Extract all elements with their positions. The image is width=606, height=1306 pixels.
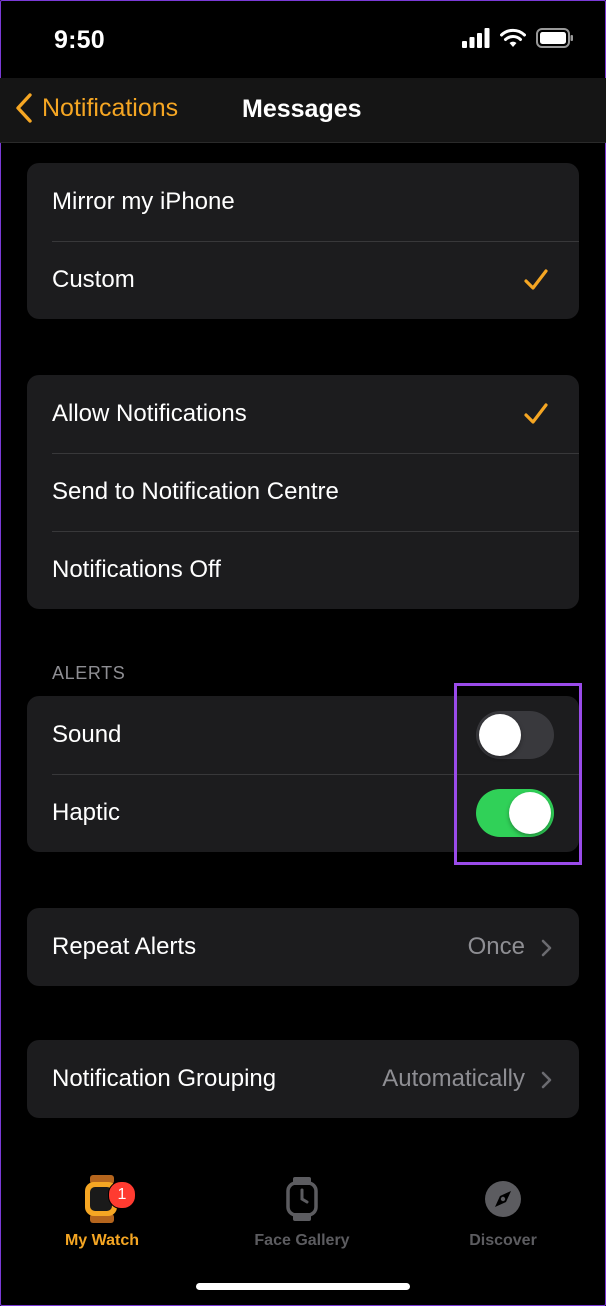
alerts-group: Sound Haptic xyxy=(27,696,579,852)
notification-grouping-label: Notification Grouping xyxy=(52,1065,277,1092)
toggle-knob xyxy=(479,714,521,756)
navigation-bar: Notifications Messages xyxy=(0,78,606,143)
sound-row: Sound xyxy=(27,696,579,774)
cellular-signal-icon xyxy=(462,28,490,48)
tab-icon-wrap: 1 xyxy=(22,1170,182,1228)
repeat-alerts-label: Repeat Alerts xyxy=(52,933,197,960)
tab-label: My Watch xyxy=(64,1232,140,1249)
notification-grouping-value: Automatically xyxy=(382,1065,525,1092)
option-label: Custom xyxy=(52,266,135,293)
tab-icon-wrap xyxy=(222,1170,382,1228)
tab-bar: 1 My Watch Face Gallery Discover xyxy=(0,1170,606,1270)
chevron-left-icon xyxy=(16,93,32,123)
option-custom[interactable]: Custom xyxy=(27,241,579,319)
checkmark-icon xyxy=(524,269,548,290)
option-send-to-notification-centre[interactable]: Send to Notification Centre xyxy=(27,453,579,531)
tab-face-gallery[interactable]: Face Gallery xyxy=(222,1170,382,1250)
notification-badge: 1 xyxy=(108,1181,136,1209)
back-button[interactable]: Notifications xyxy=(14,92,178,124)
notification-grouping-row[interactable]: Notification Grouping Automatically xyxy=(27,1040,579,1118)
watch-face-icon xyxy=(286,1177,318,1221)
repeat-alerts-group: Repeat Alerts Once xyxy=(27,908,579,986)
chevron-right-icon xyxy=(541,1071,552,1089)
checkmark-icon xyxy=(524,403,548,424)
sound-label: Sound xyxy=(52,721,122,748)
battery-icon xyxy=(536,28,573,48)
tab-label: Face Gallery xyxy=(254,1232,350,1249)
option-label: Notifications Off xyxy=(52,556,221,583)
back-button-label: Notifications xyxy=(42,93,179,122)
sound-toggle[interactable] xyxy=(476,711,554,759)
option-mirror-my-iphone[interactable]: Mirror my iPhone xyxy=(27,163,579,241)
page-title: Messages xyxy=(242,95,362,123)
compass-icon xyxy=(485,1181,521,1217)
haptic-label: Haptic xyxy=(52,799,121,826)
option-allow-notifications[interactable]: Allow Notifications xyxy=(27,375,579,453)
alerts-section-header: ALERTS xyxy=(52,663,126,683)
notification-options-group: Allow Notifications Send to Notification… xyxy=(27,375,579,609)
option-label: Allow Notifications xyxy=(52,400,247,427)
repeat-alerts-row[interactable]: Repeat Alerts Once xyxy=(27,908,579,986)
repeat-alerts-value: Once xyxy=(467,933,525,960)
mirror-settings-group: Mirror my iPhone Custom xyxy=(27,163,579,319)
tab-icon-wrap xyxy=(423,1170,583,1228)
status-time: 9:50 xyxy=(54,26,105,54)
option-label: Mirror my iPhone xyxy=(52,188,235,215)
home-indicator xyxy=(196,1283,410,1290)
option-label: Send to Notification Centre xyxy=(52,478,339,505)
option-notifications-off[interactable]: Notifications Off xyxy=(27,531,579,609)
tab-label: Discover xyxy=(469,1232,537,1249)
toggle-knob xyxy=(509,792,551,834)
haptic-toggle[interactable] xyxy=(476,789,554,837)
notification-grouping-group: Notification Grouping Automatically xyxy=(27,1040,579,1118)
tab-discover[interactable]: Discover xyxy=(423,1170,583,1250)
chevron-right-icon xyxy=(541,939,552,957)
status-icons xyxy=(462,28,574,48)
tab-my-watch[interactable]: 1 My Watch xyxy=(22,1170,182,1250)
wifi-icon xyxy=(500,28,526,47)
haptic-row: Haptic xyxy=(27,774,579,852)
